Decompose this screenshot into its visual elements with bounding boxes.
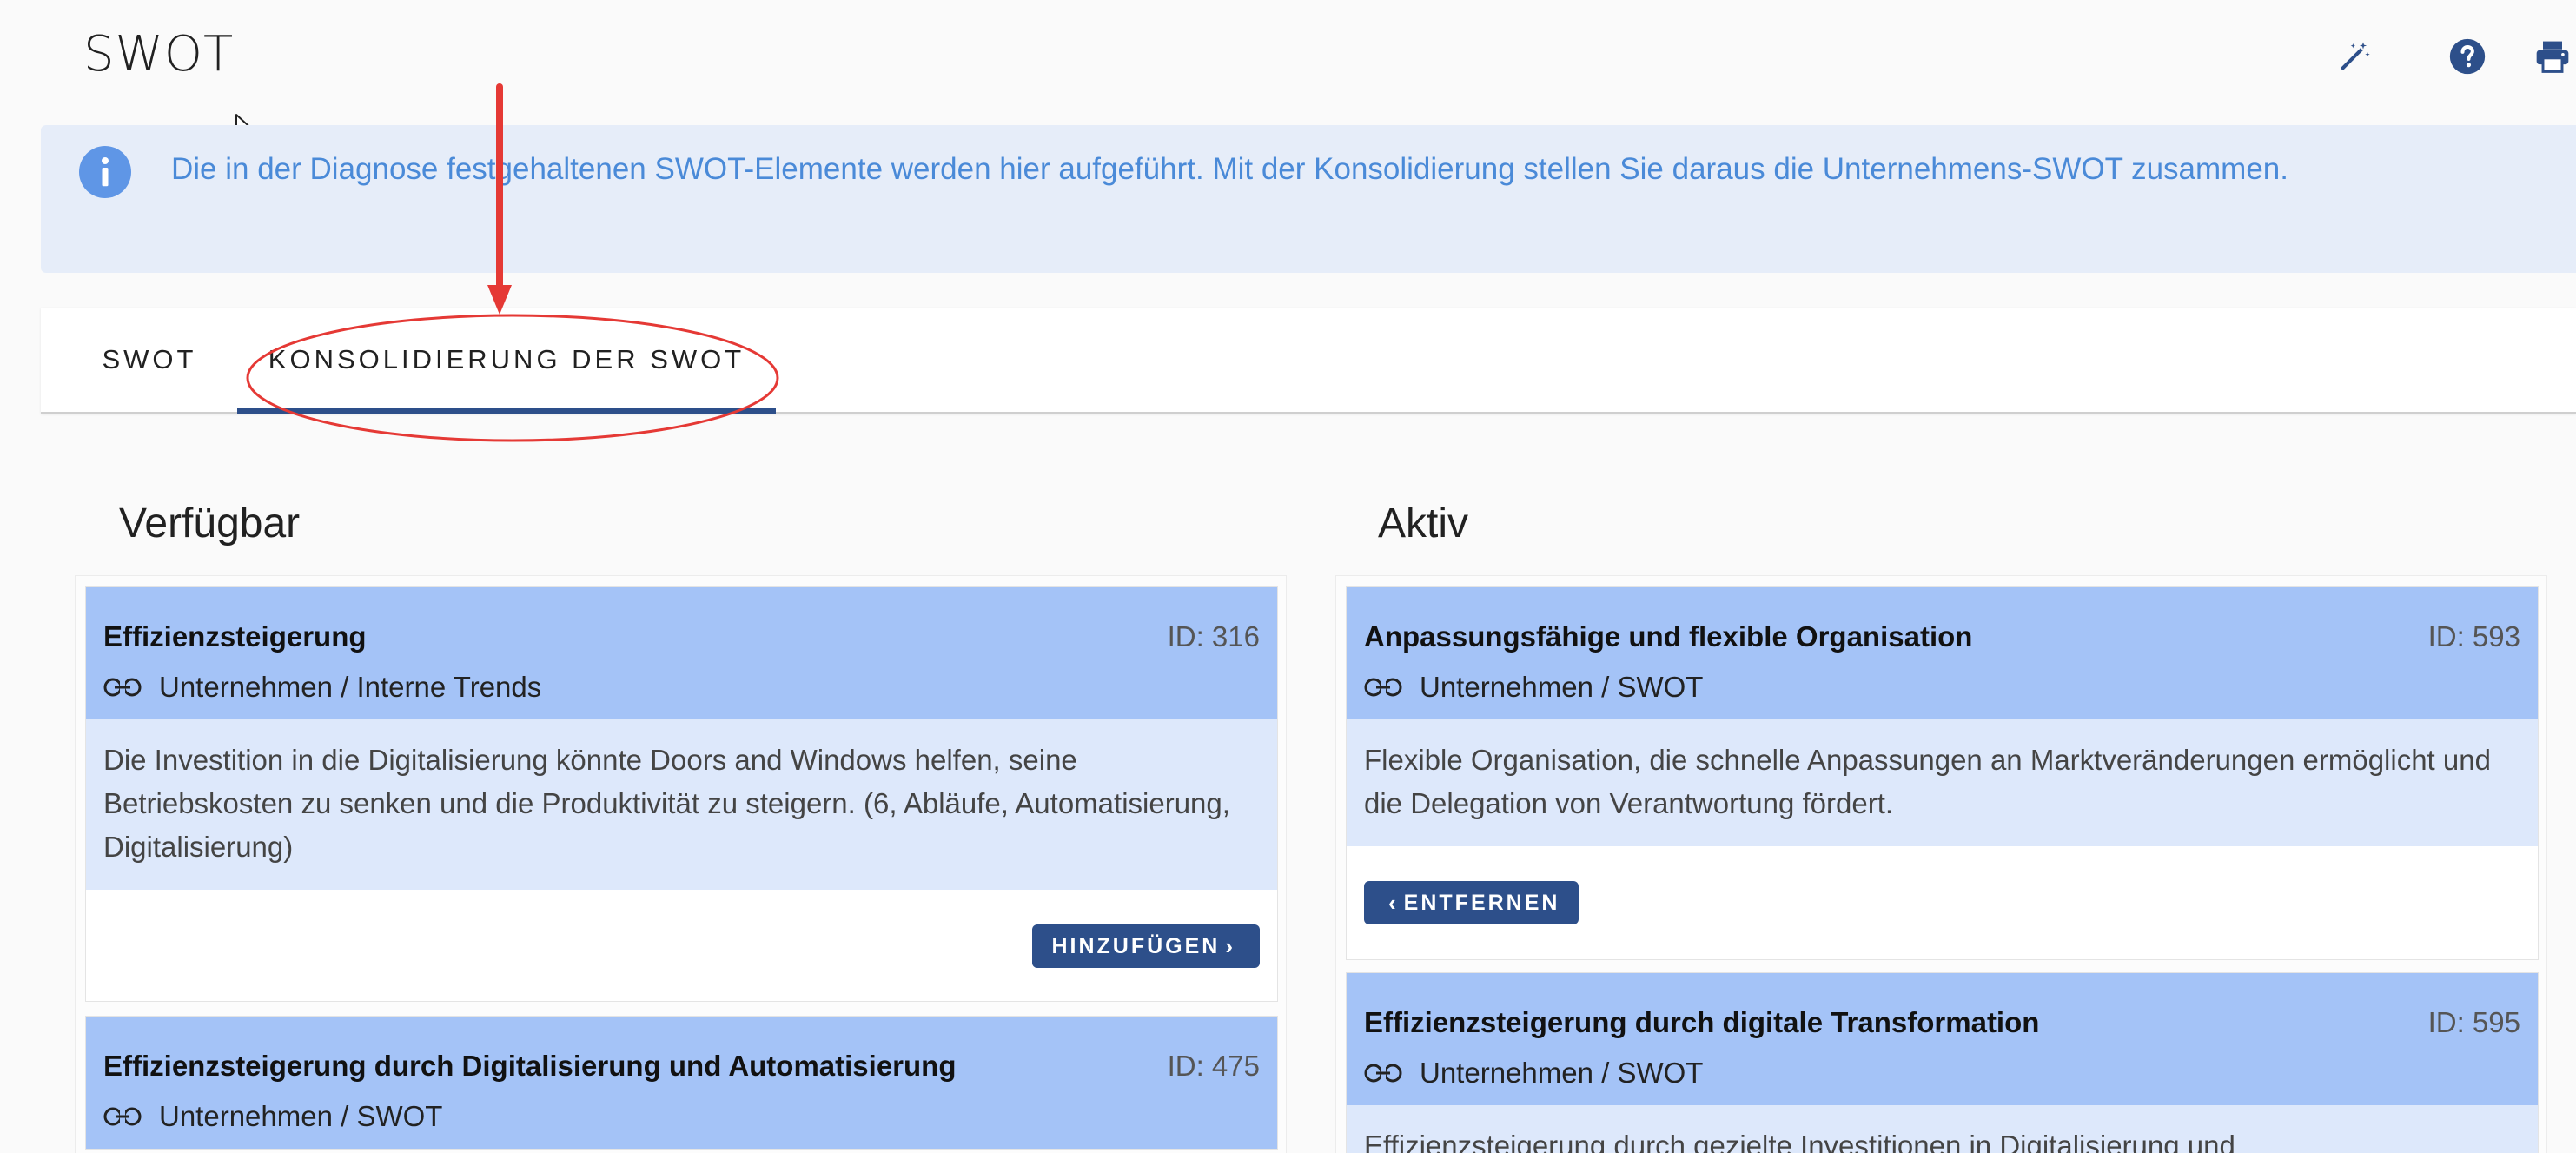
card-link[interactable]: Unternehmen / Interne Trends xyxy=(103,671,541,704)
swot-card: Anpassungsfähige und flexible Organisati… xyxy=(1346,586,2539,960)
card-header: Effizienzsteigerung ID: 316 Unternehmen … xyxy=(86,587,1277,719)
toolbar xyxy=(2315,35,2576,78)
card-footer: ‹ ENTFERNEN xyxy=(1347,846,2538,959)
card-link[interactable]: Unternehmen / SWOT xyxy=(103,1100,442,1133)
info-banner-text: Die in der Diagnose festgehaltenen SWOT-… xyxy=(171,152,2288,186)
card-link-text: Unternehmen / Interne Trends xyxy=(159,671,542,703)
magic-wand-icon[interactable] xyxy=(2333,35,2376,78)
card-description: Die Investition in die Digitalisierung k… xyxy=(86,719,1277,890)
red-ellipse-annotation xyxy=(246,314,779,442)
card-title: Effizienzsteigerung xyxy=(103,620,367,653)
remove-button[interactable]: ‹ ENTFERNEN xyxy=(1364,881,1579,924)
info-icon xyxy=(79,146,131,198)
card-link-text: Unternehmen / SWOT xyxy=(1420,671,1704,703)
card-id: ID: 316 xyxy=(1167,620,1260,653)
swot-card: Effizienzsteigerung durch Digitalisierun… xyxy=(85,1016,1278,1150)
available-heading: Verfügbar xyxy=(119,500,301,547)
card-link-text: Unternehmen / SWOT xyxy=(159,1100,443,1132)
add-button[interactable]: HINZUFÜGEN › xyxy=(1032,924,1260,968)
red-arrow-annotation xyxy=(487,83,512,315)
card-link[interactable]: Unternehmen / SWOT xyxy=(1364,671,1703,704)
card-id: ID: 595 xyxy=(2427,1006,2520,1038)
card-title: Effizienzsteigerung durch digitale Trans… xyxy=(1364,1006,2040,1038)
card-header: Effizienzsteigerung durch digitale Trans… xyxy=(1347,973,2538,1105)
link-icon xyxy=(1364,1064,1402,1083)
chevron-left-icon: ‹ xyxy=(1388,889,1399,916)
remove-button-label: ENTFERNEN xyxy=(1403,890,1560,915)
card-id: ID: 593 xyxy=(2427,620,2520,653)
card-id: ID: 475 xyxy=(1167,1050,1260,1082)
help-icon[interactable] xyxy=(2446,35,2489,78)
card-title: Effizienzsteigerung durch Digitalisierun… xyxy=(103,1050,957,1082)
card-description: Flexible Organisation, die schnelle Anpa… xyxy=(1347,719,2538,846)
card-link-text: Unternehmen / SWOT xyxy=(1420,1057,1704,1089)
card-link[interactable]: Unternehmen / SWOT xyxy=(1364,1057,1703,1090)
active-heading: Aktiv xyxy=(1378,500,1469,547)
active-column: Anpassungsfähige und flexible Organisati… xyxy=(1335,575,2547,1153)
card-header: Effizienzsteigerung durch Digitalisierun… xyxy=(86,1017,1277,1149)
swot-card: Effizienzsteigerung ID: 316 Unternehmen … xyxy=(85,586,1278,1002)
available-column: Effizienzsteigerung ID: 316 Unternehmen … xyxy=(75,575,1287,1153)
print-icon[interactable] xyxy=(2531,35,2574,78)
card-footer: HINZUFÜGEN › xyxy=(86,890,1277,1001)
page-title: SWOT xyxy=(83,26,235,83)
card-header: Anpassungsfähige und flexible Organisati… xyxy=(1347,587,2538,719)
card-description: Effizienzsteigerung durch gezielte Inves… xyxy=(1347,1105,2538,1153)
add-button-label: HINZUFÜGEN xyxy=(1051,933,1221,958)
card-title: Anpassungsfähige und flexible Organisati… xyxy=(1364,620,1973,653)
chevron-right-icon: › xyxy=(1225,932,1235,959)
swot-card: Effizienzsteigerung durch digitale Trans… xyxy=(1346,972,2539,1153)
link-icon xyxy=(1364,678,1402,697)
link-icon xyxy=(103,678,142,697)
link-icon xyxy=(103,1107,142,1126)
info-banner: Die in der Diagnose festgehaltenen SWOT-… xyxy=(41,125,2576,273)
tab-swot[interactable]: SWOT xyxy=(84,308,215,412)
